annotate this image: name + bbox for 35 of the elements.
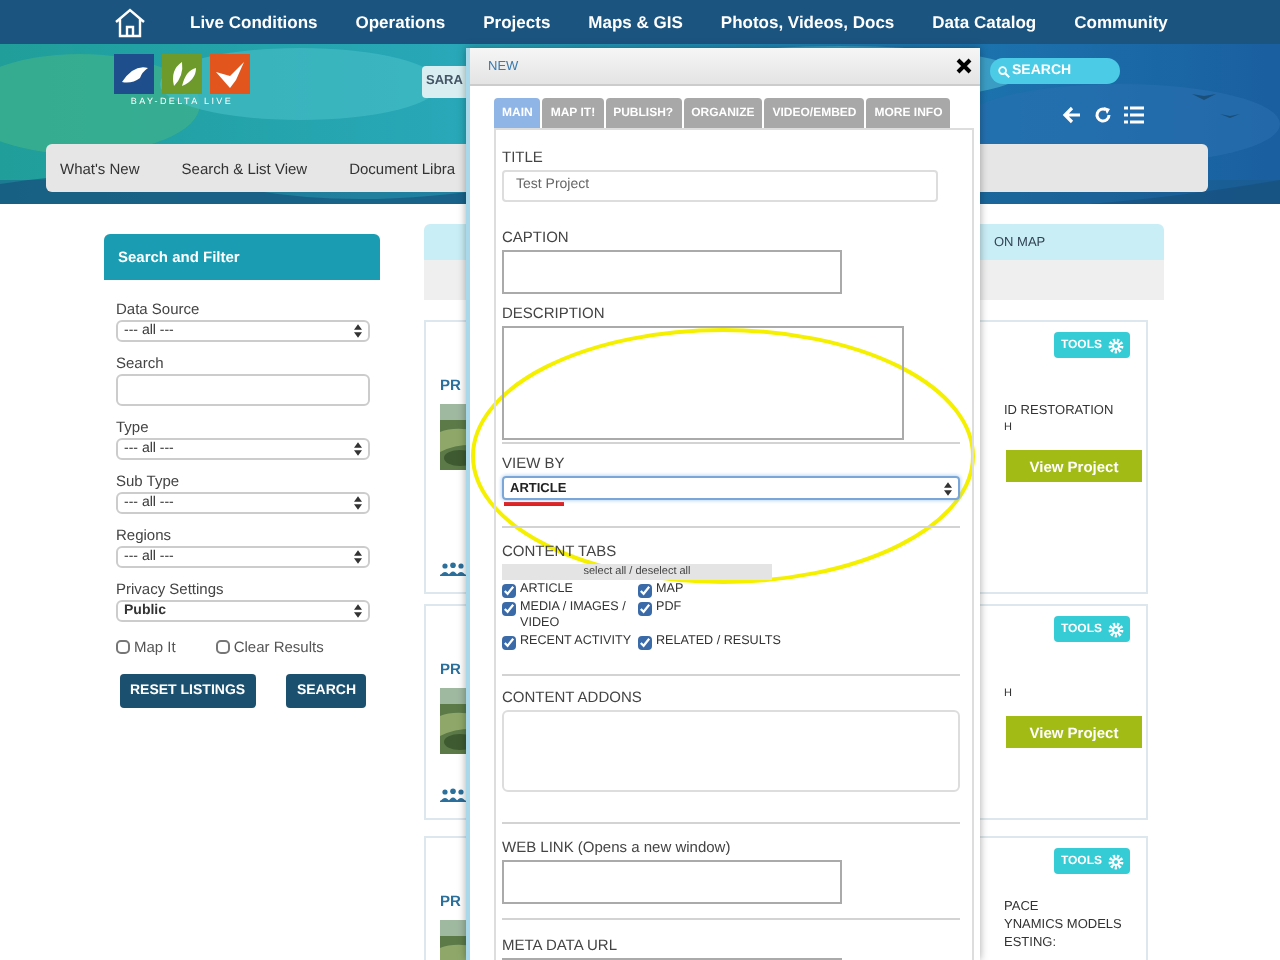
nav-link[interactable]: Live Conditions [190,12,318,32]
nav-link[interactable]: Data Catalog [932,12,1037,32]
list-icon[interactable] [1124,106,1144,124]
select-arrows-icon [354,604,362,618]
gear-icon [1108,337,1124,353]
checkbox[interactable] [638,635,652,649]
refresh-icon[interactable] [1094,106,1112,124]
select-arrows-icon [354,550,362,564]
nav-link[interactable]: Operations [355,12,446,32]
checkbox[interactable] [638,601,652,615]
underline-mark [504,502,564,508]
logo-drawing [114,54,250,94]
checkbox[interactable] [502,583,516,597]
select-arrows-icon [944,481,952,495]
checkbox[interactable] [502,601,516,615]
back-arrow-icon[interactable] [1062,106,1082,124]
close-icon[interactable] [956,58,972,74]
group-icon[interactable] [440,562,466,576]
nav-link[interactable]: Photos, Videos, Docs [720,12,895,32]
select-arrows-icon [354,496,362,510]
checkbox[interactable] [638,583,652,597]
checkbox[interactable] [116,640,130,654]
group-icon[interactable] [440,788,466,802]
checkbox[interactable] [215,640,230,654]
nav-link[interactable]: Community [1074,12,1168,32]
input-field[interactable] [116,374,370,406]
nav-link[interactable]: Maps & GIS [588,12,683,32]
gear-icon [1108,853,1124,869]
home-icon[interactable] [114,7,146,37]
search-icon [998,65,1010,77]
gear-icon [1108,621,1124,637]
nav-link[interactable]: Projects [483,12,551,32]
checkbox[interactable] [502,635,516,649]
select-arrows-icon [354,324,362,338]
select-arrows-icon [354,442,362,456]
